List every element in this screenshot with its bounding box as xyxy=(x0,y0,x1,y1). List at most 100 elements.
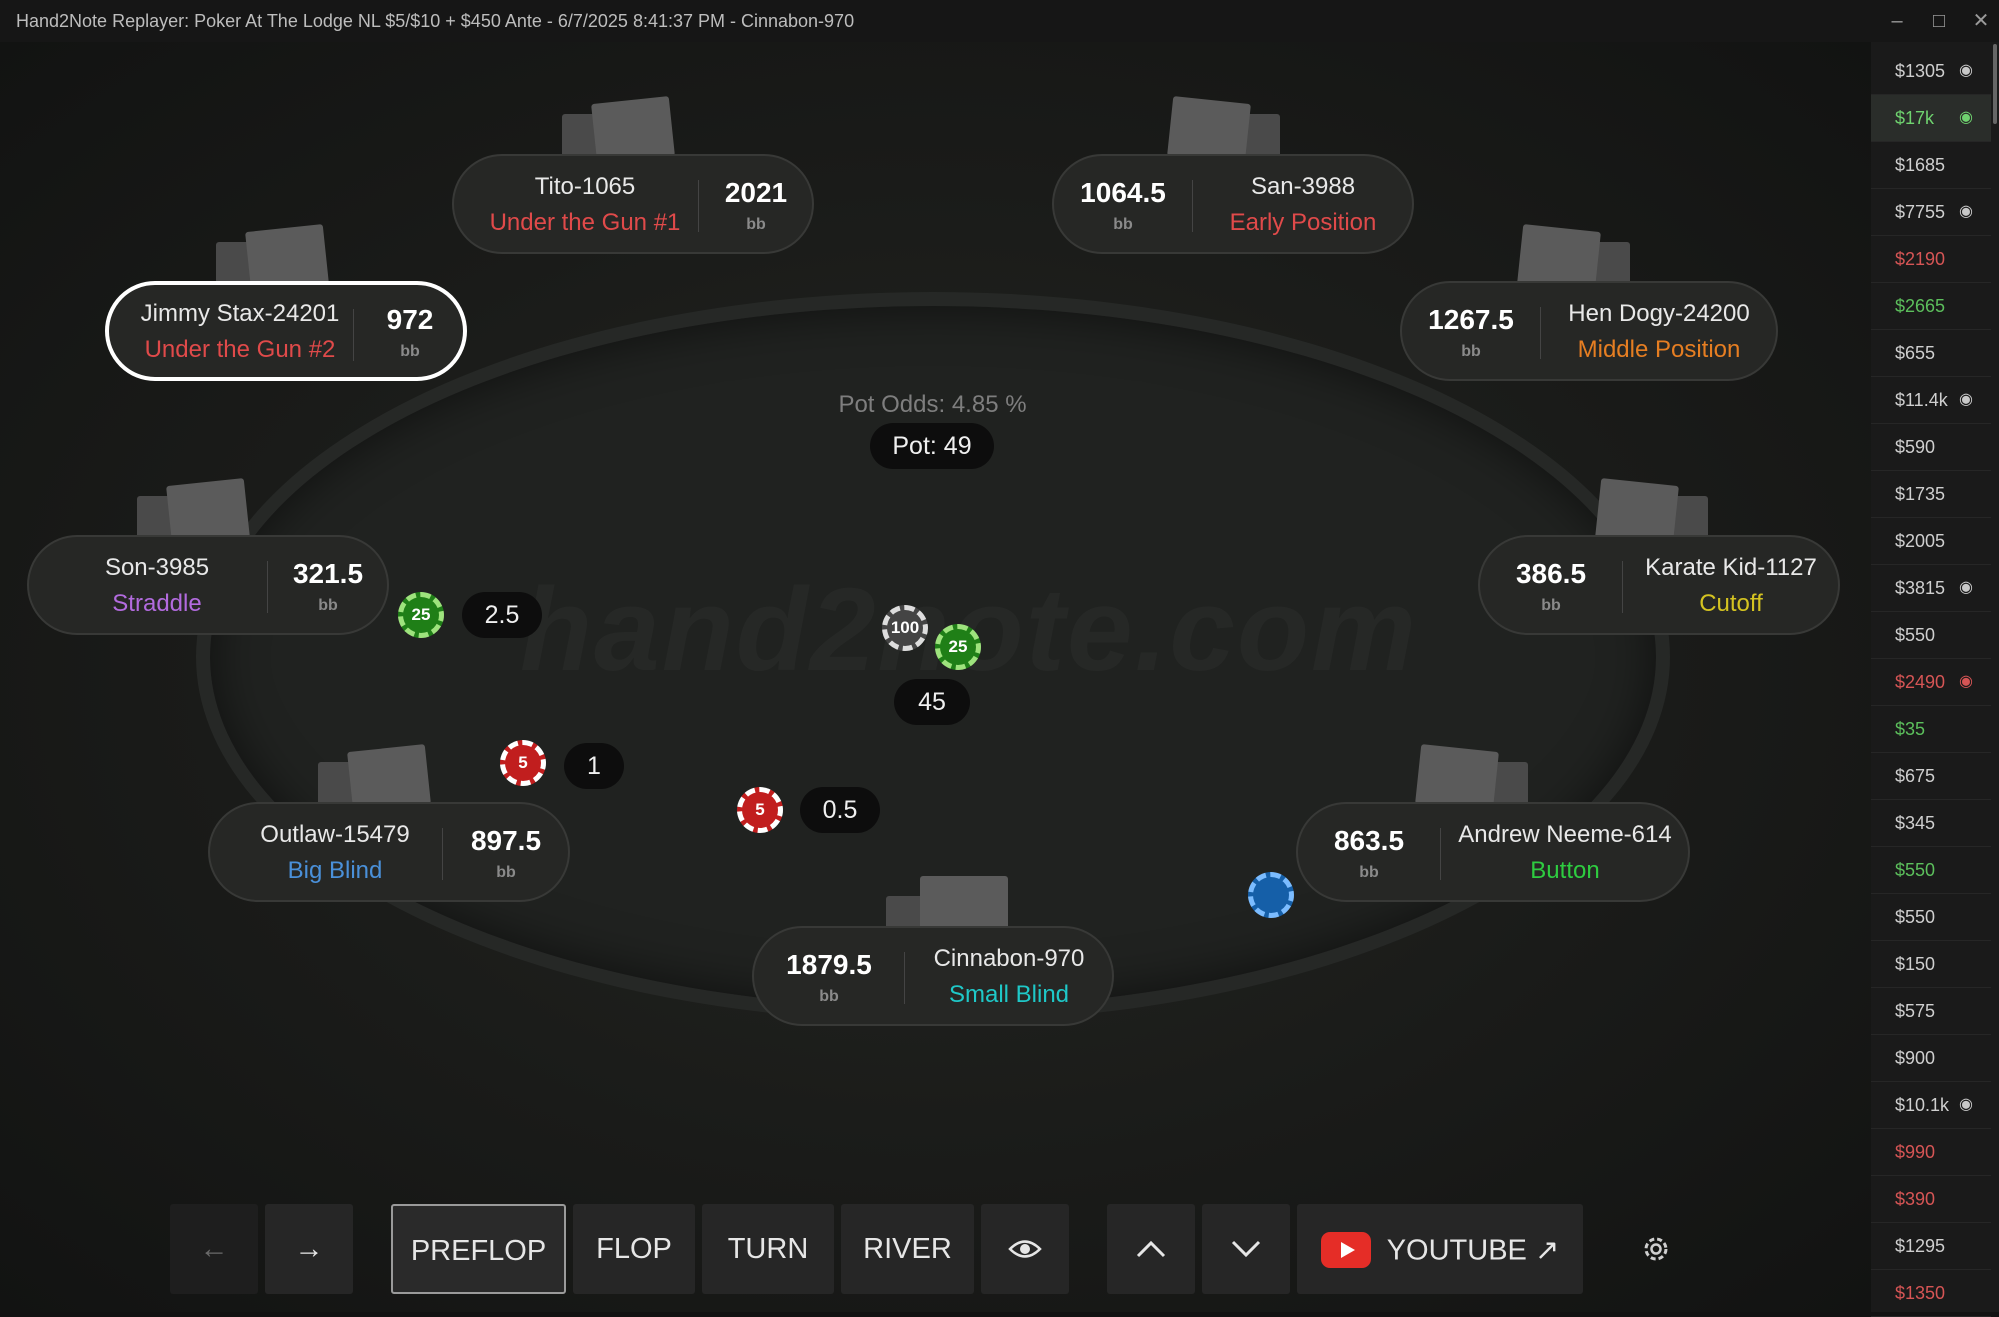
player-stack: 863.5 xyxy=(1333,825,1405,856)
previous-hand-button[interactable] xyxy=(1107,1204,1195,1294)
hand-result: $150 xyxy=(1895,954,1936,974)
hand-history-list[interactable]: $1305 ◉ $17k ◉ $1685 $7755 ◉ $2190 $2665 $655 $11.… xyxy=(1871,42,1999,1317)
player-name: Cinnabon-970 xyxy=(933,945,1085,972)
hand-list-item[interactable]: $10.1k ◉ xyxy=(1871,1082,1991,1129)
seat-cards xyxy=(1517,220,1630,302)
close-icon[interactable]: ✕ xyxy=(1966,6,1996,36)
hand-result: $7755 xyxy=(1895,202,1946,222)
eye-icon: ◉ xyxy=(1959,1096,1973,1113)
hand-list-item[interactable]: $550 xyxy=(1871,847,1991,894)
seat-andrew-neeme[interactable]: 863.5 bb Andrew Neeme-614 Button xyxy=(1296,802,1690,902)
hand-list-item[interactable]: $2190 xyxy=(1871,236,1991,283)
straddle-chip: 25 xyxy=(398,592,444,638)
stack-unit: bb xyxy=(746,216,766,233)
seat-son[interactable]: Son-3985 Straddle 321.5 bb xyxy=(27,535,389,635)
player-position: Cutoff xyxy=(1699,590,1763,617)
seat-cards xyxy=(318,740,431,822)
player-stack: 2021 xyxy=(724,177,788,208)
turn-button[interactable]: TURN xyxy=(702,1204,834,1294)
hand-list-item[interactable]: $1350 xyxy=(1871,1270,1991,1317)
player-name: Hen Dogy-24200 xyxy=(1568,300,1750,327)
river-button[interactable]: RIVER xyxy=(841,1204,974,1294)
player-stack: 972 xyxy=(386,304,434,335)
hand-result: $10.1k xyxy=(1895,1095,1950,1115)
seat-cards xyxy=(137,474,250,556)
hand-result: $35 xyxy=(1895,719,1926,739)
hand-list-item[interactable]: $1685 xyxy=(1871,142,1991,189)
eye-icon: ◉ xyxy=(1959,391,1973,408)
show-cards-button[interactable] xyxy=(981,1204,1069,1294)
stack-unit: bb xyxy=(318,597,338,614)
hand-list-item[interactable]: $11.4k ◉ xyxy=(1871,377,1991,424)
player-position: Middle Position xyxy=(1577,336,1741,363)
title-bar: Hand2Note Replayer: Poker At The Lodge N… xyxy=(0,0,1999,43)
hand-result: $345 xyxy=(1895,813,1936,833)
player-name: San-3988 xyxy=(1250,173,1356,200)
hand-list-item[interactable]: $150 xyxy=(1871,941,1991,988)
player-stack: 1879.5 xyxy=(786,949,872,980)
sidebar-scrollbar[interactable] xyxy=(1993,44,1997,124)
hand-list-item[interactable]: $550 xyxy=(1871,612,1991,659)
seat-karate-kid[interactable]: 386.5 bb Karate Kid-1127 Cutoff xyxy=(1478,535,1840,635)
hand-list-item[interactable]: $990 xyxy=(1871,1129,1991,1176)
hand-list-item[interactable]: $1305 ◉ xyxy=(1871,48,1991,95)
stack-unit: bb xyxy=(400,343,420,360)
sb-chip: 5 xyxy=(737,787,783,833)
flop-button[interactable]: FLOP xyxy=(573,1204,695,1294)
maximize-icon[interactable]: □ xyxy=(1924,6,1954,36)
seat-san[interactable]: 1064.5 bb San-3988 Early Position xyxy=(1052,154,1414,254)
prev-action-button[interactable]: ← xyxy=(170,1204,258,1294)
player-name: Son-3985 xyxy=(104,554,210,581)
hand-list-item[interactable]: $1295 xyxy=(1871,1223,1991,1270)
hand-list-item[interactable]: $675 xyxy=(1871,753,1991,800)
player-name: Outlaw-15479 xyxy=(260,821,410,848)
hand-list-item[interactable]: $2665 xyxy=(1871,283,1991,330)
hand-list-item[interactable]: $2490 ◉ xyxy=(1871,659,1991,706)
hand-list-item[interactable]: $590 xyxy=(1871,424,1991,471)
seat-cards xyxy=(1595,474,1708,556)
hand-list-item[interactable]: $550 xyxy=(1871,894,1991,941)
hand-list-item[interactable]: $7755 ◉ xyxy=(1871,189,1991,236)
hand-result: $2005 xyxy=(1895,531,1946,551)
hand-result: $1350 xyxy=(1895,1283,1946,1303)
hand-list-item[interactable]: $17k ◉ xyxy=(1871,95,1991,142)
hand-list-item[interactable]: $575 xyxy=(1871,988,1991,1035)
next-hand-button[interactable] xyxy=(1202,1204,1290,1294)
seat-outlaw[interactable]: Outlaw-15479 Big Blind 897.5 bb xyxy=(208,802,570,902)
hand-list-item[interactable]: $390 xyxy=(1871,1176,1991,1223)
chevron-up-icon xyxy=(1136,1240,1166,1258)
youtube-button[interactable]: YOUTUBE ↗ xyxy=(1297,1204,1583,1294)
hand-result: $655 xyxy=(1895,343,1936,363)
hand-list-item[interactable]: $3815 ◉ xyxy=(1871,565,1991,612)
hand-list-item[interactable]: $345 xyxy=(1871,800,1991,847)
minimize-icon[interactable]: – xyxy=(1882,6,1912,36)
next-action-button[interactable]: → xyxy=(265,1204,353,1294)
straddle-bet: 2.5 xyxy=(462,592,542,638)
settings-button[interactable] xyxy=(1621,1204,1691,1294)
player-position: Big Blind xyxy=(287,857,383,884)
pot-chip-100: 100 xyxy=(882,605,928,651)
hand-list-item[interactable]: $655 xyxy=(1871,330,1991,377)
player-stack: 1267.5 xyxy=(1428,304,1514,335)
hand-list-item[interactable]: $1735 xyxy=(1871,471,1991,518)
player-stack: 321.5 xyxy=(292,558,364,589)
hand-list-item[interactable]: $35 xyxy=(1871,706,1991,753)
preflop-button[interactable]: PREFLOP xyxy=(391,1204,566,1294)
hand-list-item[interactable]: $900 xyxy=(1871,1035,1991,1082)
seat-hen-dogy[interactable]: 1267.5 bb Hen Dogy-24200 Middle Position xyxy=(1400,281,1778,381)
player-name: Karate Kid-1127 xyxy=(1645,554,1817,581)
seat-cinnabon[interactable]: 1879.5 bb Cinnabon-970 Small Blind xyxy=(752,926,1114,1026)
hand-result: $1305 xyxy=(1895,61,1946,81)
hand-list-item[interactable]: $2005 xyxy=(1871,518,1991,565)
player-position: Straddle xyxy=(112,590,202,617)
seat-cards xyxy=(216,220,329,302)
eye-icon: ◉ xyxy=(1959,673,1973,690)
player-stack: 386.5 xyxy=(1515,558,1587,589)
eye-icon xyxy=(1008,1240,1042,1258)
seat-tito[interactable]: Tito-1065 Under the Gun #1 2021 bb xyxy=(452,154,814,254)
player-position: Early Position xyxy=(1229,209,1377,236)
player-name: Tito-1065 xyxy=(534,173,636,200)
seat-cards xyxy=(1167,92,1280,174)
seat-jimmy-stax[interactable]: Jimmy Stax-24201 Under the Gun #2 972 bb xyxy=(105,281,467,381)
bb-bet: 1 xyxy=(564,743,624,789)
